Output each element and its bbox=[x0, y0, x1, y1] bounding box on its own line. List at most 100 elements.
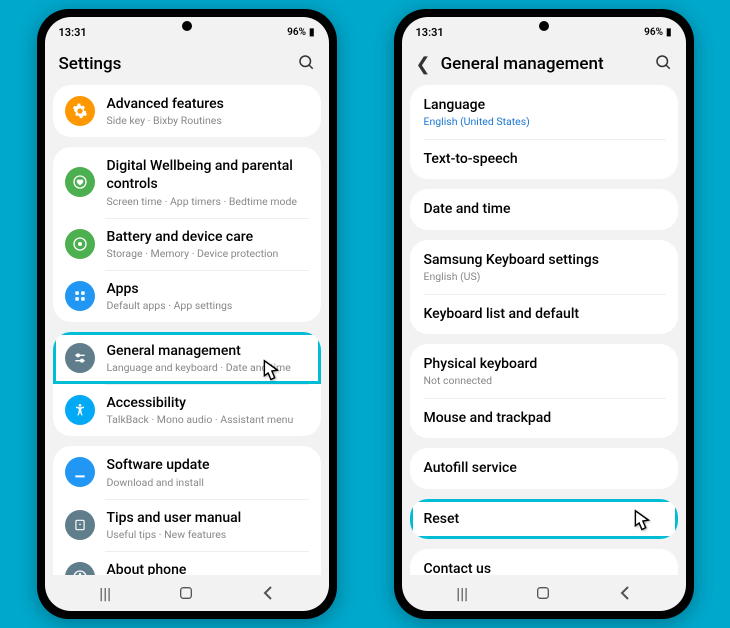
row-title: Reset bbox=[424, 510, 664, 528]
settings-list[interactable]: Advanced featuresSide key · Bixby Routin… bbox=[45, 85, 329, 575]
nav-home[interactable] bbox=[523, 585, 563, 601]
info-icon bbox=[65, 562, 95, 575]
nav-bar: ||| bbox=[45, 575, 329, 611]
row-text: Battery and device careStorage · Memory … bbox=[107, 228, 309, 260]
row-text: Mouse and trackpad bbox=[424, 409, 664, 427]
row-title: Mouse and trackpad bbox=[424, 409, 664, 427]
row-title: Accessibility bbox=[107, 394, 309, 412]
settings-card: Autofill service bbox=[410, 448, 678, 488]
row-text: Advanced featuresSide key · Bixby Routin… bbox=[107, 95, 309, 127]
row-title: Advanced features bbox=[107, 95, 309, 113]
row-title: Samsung Keyboard settings bbox=[424, 251, 664, 269]
settings-row[interactable]: General managementLanguage and keyboard … bbox=[53, 332, 321, 384]
settings-row[interactable]: Physical keyboardNot connected bbox=[410, 344, 678, 398]
settings-row[interactable]: Samsung Keyboard settingsEnglish (US) bbox=[410, 240, 678, 294]
row-title: Date and time bbox=[424, 200, 664, 218]
row-subtitle: English (US) bbox=[424, 270, 664, 283]
page-title: Settings bbox=[59, 54, 122, 74]
row-text: Physical keyboardNot connected bbox=[424, 355, 664, 387]
settings-row[interactable]: Tips and user manualUseful tips · New fe… bbox=[53, 499, 321, 551]
back-icon[interactable]: ❮ bbox=[416, 54, 431, 75]
row-subtitle: Useful tips · New features bbox=[107, 528, 309, 541]
settings-row[interactable]: Contact us bbox=[410, 549, 678, 575]
heart-icon bbox=[65, 167, 95, 197]
camera-hole bbox=[539, 21, 549, 31]
settings-row[interactable]: Date and time bbox=[410, 189, 678, 229]
general-management-list[interactable]: LanguageEnglish (United States) Text-to-s… bbox=[402, 85, 686, 575]
status-time: 13:31 bbox=[59, 26, 87, 39]
settings-card: Samsung Keyboard settingsEnglish (US) Key… bbox=[410, 240, 678, 334]
settings-row[interactable]: Text-to-speech bbox=[410, 139, 678, 179]
settings-row[interactable]: LanguageEnglish (United States) bbox=[410, 85, 678, 139]
status-battery: 96% bbox=[287, 27, 306, 38]
row-text: AppsDefault apps · App settings bbox=[107, 280, 309, 312]
battery-icon bbox=[65, 229, 95, 259]
settings-card: Software update Download and install Tips … bbox=[53, 446, 321, 575]
row-subtitle: English (United States) bbox=[424, 115, 664, 128]
row-title: Language bbox=[424, 96, 664, 114]
row-title: Keyboard list and default bbox=[424, 305, 664, 323]
row-title: Physical keyboard bbox=[424, 355, 664, 373]
nav-recent[interactable]: ||| bbox=[85, 584, 125, 603]
row-text: About phoneStatus · Legal information · … bbox=[107, 561, 309, 575]
search-icon[interactable] bbox=[297, 53, 315, 75]
row-title: General management bbox=[107, 342, 309, 360]
row-title: Tips and user manual bbox=[107, 509, 309, 527]
nav-back[interactable] bbox=[248, 586, 288, 600]
row-text: Keyboard list and default bbox=[424, 305, 664, 323]
settings-row[interactable]: Reset bbox=[410, 499, 678, 539]
settings-row[interactable]: AppsDefault apps · App settings bbox=[53, 270, 321, 322]
nav-back[interactable] bbox=[605, 586, 645, 600]
header: Settings bbox=[45, 43, 329, 85]
settings-row[interactable]: Keyboard list and default bbox=[410, 294, 678, 334]
row-text: AccessibilityTalkBack · Mono audio · Ass… bbox=[107, 394, 309, 426]
settings-card: Physical keyboardNot connected Mouse and … bbox=[410, 344, 678, 438]
settings-row[interactable]: Digital Wellbeing and parental controlsS… bbox=[53, 147, 321, 217]
row-title: Apps bbox=[107, 280, 309, 298]
settings-row[interactable]: Mouse and trackpad bbox=[410, 398, 678, 438]
page-title: General management bbox=[441, 54, 604, 74]
gear-icon bbox=[65, 96, 95, 126]
header: ❮ General management bbox=[402, 43, 686, 85]
row-title: Software update bbox=[107, 456, 309, 474]
row-subtitle: Download and install bbox=[107, 476, 309, 489]
settings-row[interactable]: Advanced featuresSide key · Bixby Routin… bbox=[53, 85, 321, 137]
row-title: Autofill service bbox=[424, 459, 664, 477]
row-subtitle: Not connected bbox=[424, 374, 664, 387]
settings-card: Digital Wellbeing and parental controlsS… bbox=[53, 147, 321, 322]
settings-row[interactable]: AccessibilityTalkBack · Mono audio · Ass… bbox=[53, 384, 321, 436]
settings-card: Advanced featuresSide key · Bixby Routin… bbox=[53, 85, 321, 137]
settings-card: Date and time bbox=[410, 189, 678, 229]
row-text: Reset bbox=[424, 510, 664, 528]
row-title: About phone bbox=[107, 561, 309, 575]
row-subtitle: TalkBack · Mono audio · Assistant menu bbox=[107, 413, 309, 426]
nav-bar: ||| bbox=[402, 575, 686, 611]
row-text: Text-to-speech bbox=[424, 150, 664, 168]
row-text: Samsung Keyboard settingsEnglish (US) bbox=[424, 251, 664, 283]
row-subtitle: Storage · Memory · Device protection bbox=[107, 247, 309, 260]
nav-home[interactable] bbox=[166, 585, 206, 601]
row-title: Battery and device care bbox=[107, 228, 309, 246]
settings-row[interactable]: Autofill service bbox=[410, 448, 678, 488]
status-battery: 96% bbox=[644, 27, 663, 38]
accessibility-icon bbox=[65, 395, 95, 425]
settings-card: Reset bbox=[410, 499, 678, 539]
row-subtitle: Screen time · App timers · Bedtime mode bbox=[107, 195, 309, 208]
search-icon[interactable] bbox=[654, 53, 672, 75]
row-text: Contact us bbox=[424, 560, 664, 575]
nav-recent[interactable]: ||| bbox=[442, 584, 482, 603]
settings-row[interactable]: About phoneStatus · Legal information · … bbox=[53, 551, 321, 575]
row-title: Text-to-speech bbox=[424, 150, 664, 168]
row-text: Software update Download and install bbox=[107, 456, 309, 488]
camera-hole bbox=[182, 21, 192, 31]
book-icon bbox=[65, 510, 95, 540]
settings-row[interactable]: Battery and device careStorage · Memory … bbox=[53, 218, 321, 270]
row-subtitle: Default apps · App settings bbox=[107, 299, 309, 312]
sliders-icon bbox=[65, 343, 95, 373]
row-text: General managementLanguage and keyboard … bbox=[107, 342, 309, 374]
row-title: Contact us bbox=[424, 560, 664, 575]
settings-row[interactable]: Software update Download and install bbox=[53, 446, 321, 498]
row-subtitle: Language and keyboard · Date and time bbox=[107, 361, 309, 374]
apps-icon bbox=[65, 281, 95, 311]
settings-card: Contact us bbox=[410, 549, 678, 575]
